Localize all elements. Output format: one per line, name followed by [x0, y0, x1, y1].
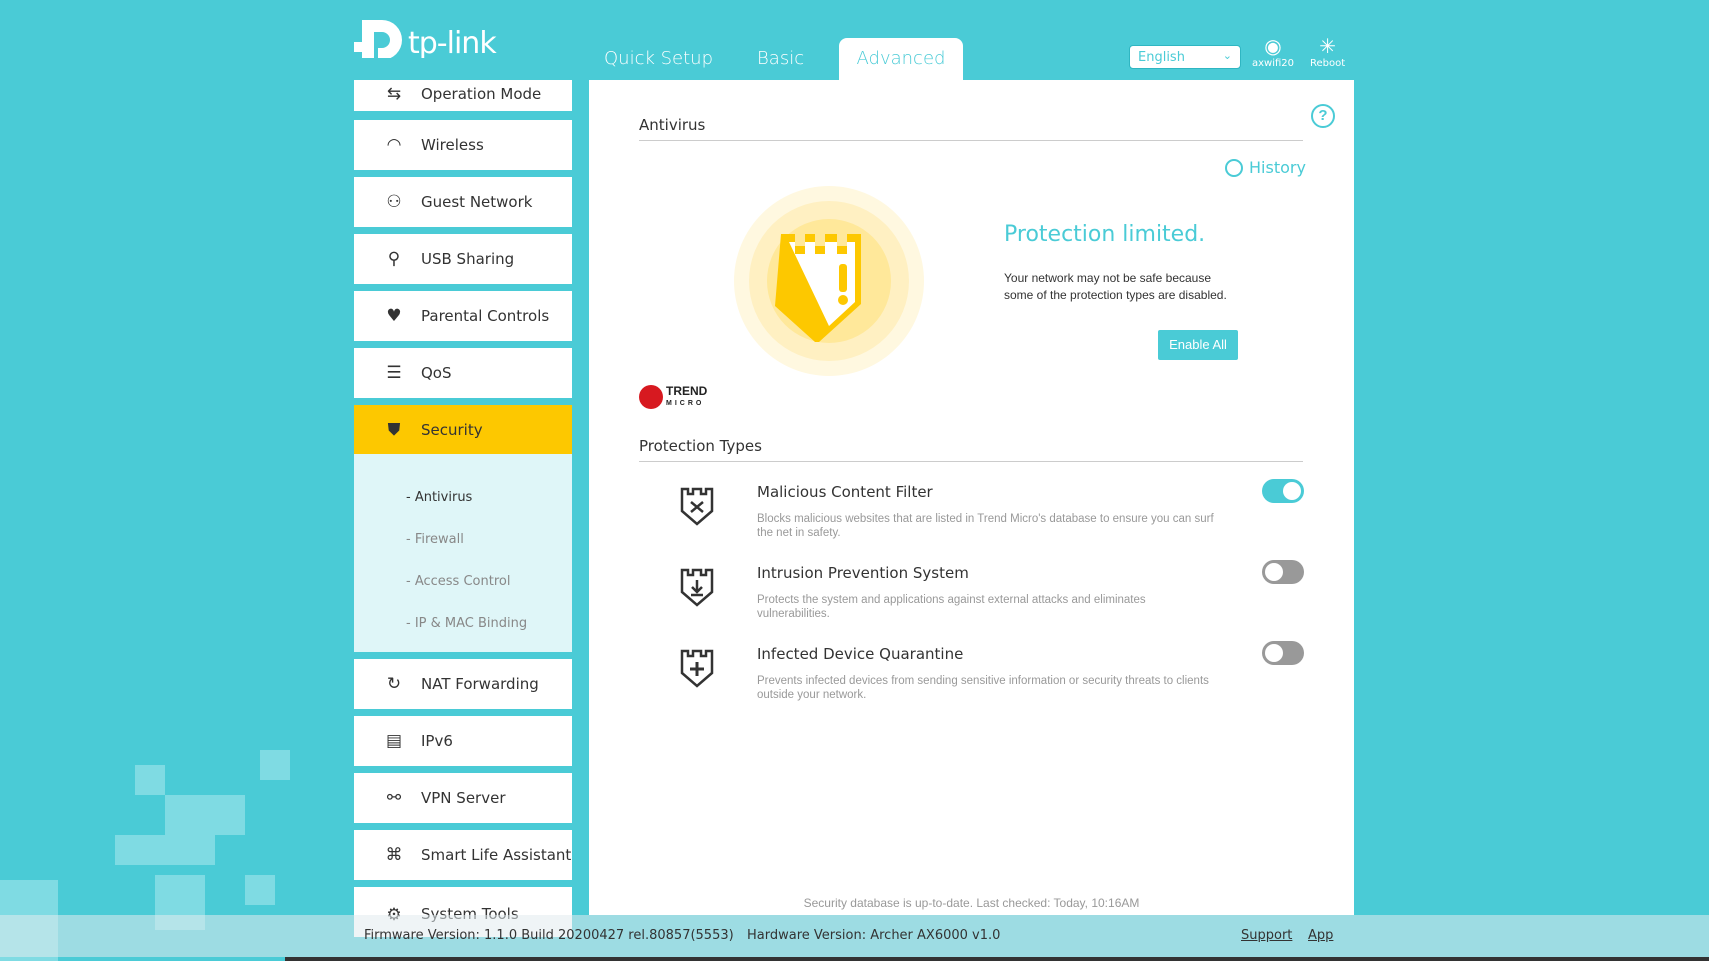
tab-quick-setup[interactable]: Quick Setup — [580, 38, 737, 80]
submenu-access-control[interactable]: - Access Control — [406, 574, 510, 589]
security-submenu: - Antivirus - Firewall - Access Control … — [354, 454, 572, 652]
hardware-version: Hardware Version: Archer AX6000 v1.0 — [747, 928, 1001, 943]
sidebar-item-label: USB Sharing — [421, 250, 515, 268]
parental-controls-icon: ♥ — [386, 306, 402, 326]
sidebar-item-label: Smart Life Assistant — [421, 846, 572, 864]
status-message: Your network may not be safe because some… — [1004, 270, 1227, 304]
reboot-icon: ✳ — [1319, 34, 1336, 58]
submenu-firewall[interactable]: - Firewall — [406, 532, 464, 547]
sidebar-item-label: VPN Server — [421, 789, 506, 807]
sidebar-item-label: Parental Controls — [421, 307, 550, 325]
brand-name: tp-link — [408, 25, 497, 61]
nat-icon: ↻ — [386, 674, 402, 694]
sidebar-item-label: Guest Network — [421, 193, 533, 211]
enable-all-button[interactable]: Enable All — [1158, 330, 1238, 360]
user-button[interactable]: ◉ axwifi20 — [1252, 34, 1294, 69]
sidebar-item-label: Wireless — [421, 136, 484, 154]
sidebar-item-label: QoS — [421, 364, 452, 382]
footer: Firmware Version: 1.1.0 Build 20200427 r… — [0, 915, 1709, 957]
sidebar-item-vpn-server[interactable]: ⚯ VPN Server — [354, 773, 572, 823]
status-title: Protection limited. — [1004, 222, 1206, 247]
shield-block-icon — [680, 487, 714, 526]
type-description: Prevents infected devices from sending s… — [757, 675, 1209, 701]
type-description: Protects the system and applications aga… — [757, 594, 1146, 620]
type-description: Blocks malicious websites that are liste… — [757, 513, 1214, 539]
shield-icon: ⛊ — [387, 420, 401, 440]
sidebar-item-nat-forwarding[interactable]: ↻ NAT Forwarding — [354, 659, 572, 709]
chevron-down-icon: ⌄ — [1222, 49, 1232, 62]
support-link[interactable]: Support — [1241, 928, 1292, 943]
type-title: Intrusion Prevention System — [757, 564, 969, 582]
type-title: Infected Device Quarantine — [757, 645, 964, 663]
sidebar-item-label: NAT Forwarding — [421, 675, 539, 693]
warning-shield-icon — [734, 186, 924, 376]
language-value: English — [1138, 50, 1185, 65]
clock-icon — [1225, 158, 1243, 177]
sidebar-item-ipv6[interactable]: ▤ IPv6 — [354, 716, 572, 766]
user-label: axwifi20 — [1252, 58, 1295, 69]
wireless-icon: ◠ — [386, 135, 402, 155]
firmware-version: Firmware Version: 1.1.0 Build 20200427 r… — [364, 928, 734, 943]
intrusion-prevention-toggle[interactable] — [1262, 560, 1304, 584]
type-title: Malicious Content Filter — [757, 483, 933, 501]
database-status: Security database is up-to-date. Last ch… — [803, 896, 1140, 910]
sidebar-item-usb-sharing[interactable]: ⚲ USB Sharing — [354, 234, 572, 284]
shield-download-icon — [680, 568, 714, 607]
reboot-button[interactable]: ✳ Reboot — [1310, 34, 1345, 69]
sidebar-item-security[interactable]: ⛊ Security — [354, 405, 572, 455]
sidebar-item-wireless[interactable]: ◠ Wireless — [354, 120, 572, 170]
sidebar-item-label: IPv6 — [421, 732, 453, 750]
sidebar-item-qos[interactable]: ☰ QoS — [354, 348, 572, 398]
protection-types-title: Protection Types — [639, 437, 762, 455]
content-panel: Antivirus ? History Protection limited. … — [589, 80, 1354, 915]
submenu-antivirus[interactable]: - Antivirus — [406, 490, 472, 505]
user-cloud-icon: ◉ — [1264, 34, 1282, 58]
sidebar-item-parental-controls[interactable]: ♥ Parental Controls — [354, 291, 572, 341]
submenu-ip-mac-binding[interactable]: - IP & MAC Binding — [406, 616, 527, 631]
help-icon[interactable]: ? — [1311, 104, 1335, 128]
status-line: Your network may not be safe because — [1004, 271, 1212, 285]
reboot-label: Reboot — [1310, 58, 1346, 69]
guest-network-icon: ⚇ — [386, 192, 402, 212]
ipv6-icon: ▤ — [385, 731, 403, 751]
qos-icon: ☰ — [386, 363, 402, 383]
status-line: some of the protection types are disable… — [1004, 288, 1227, 302]
tab-basic[interactable]: Basic — [733, 38, 828, 80]
sidebar-item-label: Security — [421, 421, 483, 439]
trend-micro-logo: TREND MICRO — [639, 385, 707, 409]
malicious-content-filter-toggle[interactable] — [1262, 479, 1304, 503]
app-link[interactable]: App — [1308, 928, 1333, 943]
vpn-icon: ⚯ — [386, 788, 402, 808]
language-select[interactable]: English ⌄ — [1129, 45, 1241, 69]
sidebar-item-smart-life-assistant[interactable]: ⌘ Smart Life Assistant — [354, 830, 572, 880]
smart-life-icon: ⌘ — [385, 845, 403, 865]
operation-mode-icon: ⇆ — [386, 83, 402, 104]
history-link[interactable]: History — [1225, 158, 1306, 177]
sidebar-item-label: Operation Mode — [421, 84, 542, 103]
usb-icon: ⚲ — [387, 249, 401, 269]
history-label: History — [1249, 158, 1306, 177]
shield-plus-icon — [680, 649, 714, 688]
infected-device-quarantine-toggle[interactable] — [1262, 641, 1304, 665]
sidebar-item-guest-network[interactable]: ⚇ Guest Network — [354, 177, 572, 227]
page-title: Antivirus — [639, 116, 706, 134]
tab-advanced[interactable]: Advanced — [839, 38, 963, 80]
